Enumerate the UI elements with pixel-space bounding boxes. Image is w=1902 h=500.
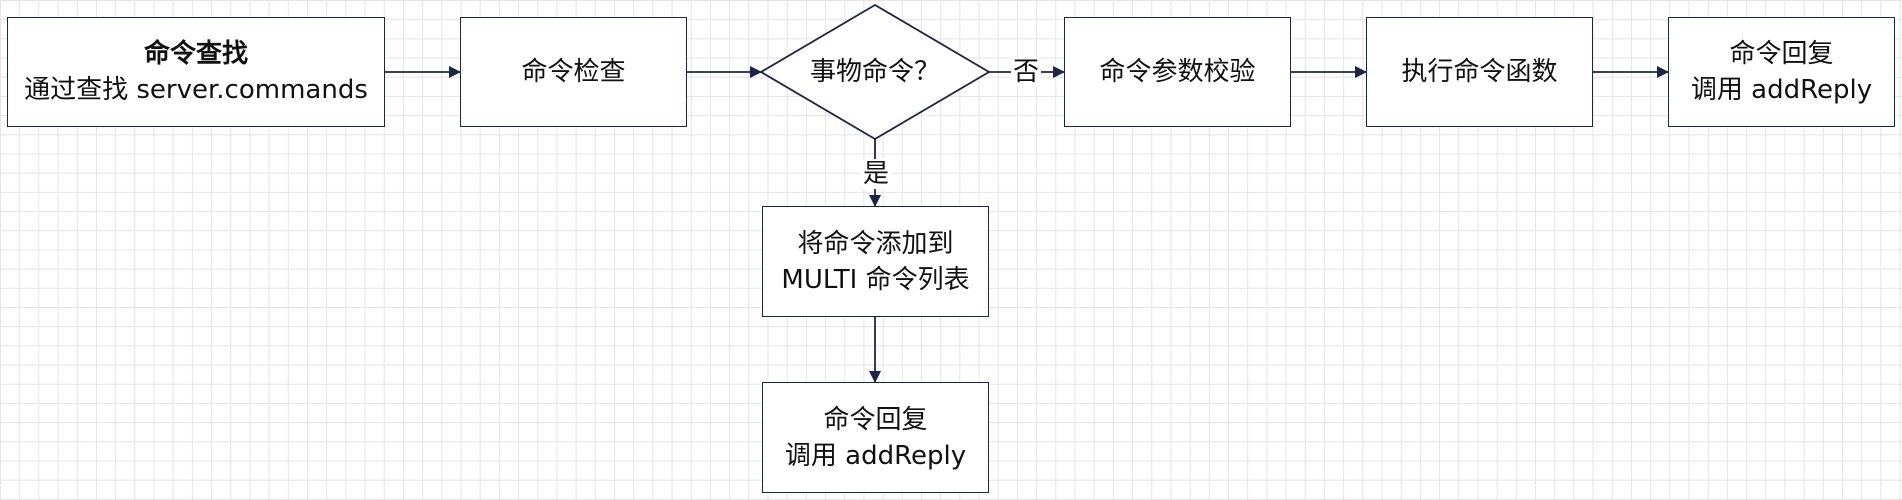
node-command-reply-main[interactable]: 命令回复 调用 addReply xyxy=(1668,17,1895,127)
node-command-check-label: 命令检查 xyxy=(521,57,626,87)
node-command-reply-queue-line1: 命令回复 xyxy=(823,404,928,435)
node-command-reply-main-line1: 命令回复 xyxy=(1729,39,1834,69)
edge-label-no: 否 xyxy=(1011,57,1042,87)
node-command-reply-queue-line2: 调用 addReply xyxy=(784,440,967,471)
decision-label: 事物命令？ xyxy=(809,57,940,87)
node-add-to-multi-queue-line2: MULTI 命令列表 xyxy=(781,264,970,295)
edge-label-yes: 是 xyxy=(861,159,892,189)
node-command-lookup-subtitle: 通过查找 server.commands xyxy=(24,75,368,105)
node-add-to-multi-queue[interactable]: 将命令添加到 MULTI 命令列表 xyxy=(762,206,989,317)
node-param-validation[interactable]: 命令参数校验 xyxy=(1064,17,1291,127)
node-execute-function-label: 执行命令函数 xyxy=(1401,57,1558,87)
node-command-lookup-title: 命令查找 xyxy=(143,39,248,69)
node-command-reply-queue[interactable]: 命令回复 调用 addReply xyxy=(762,382,989,493)
node-command-lookup[interactable]: 命令查找 通过查找 server.commands xyxy=(7,17,385,127)
node-command-reply-main-line2: 调用 addReply xyxy=(1690,75,1873,105)
node-execute-function[interactable]: 执行命令函数 xyxy=(1366,17,1593,127)
node-command-check[interactable]: 命令检查 xyxy=(460,17,687,127)
node-add-to-multi-queue-line1: 将命令添加到 xyxy=(797,228,954,259)
node-param-validation-label: 命令参数校验 xyxy=(1099,57,1256,87)
